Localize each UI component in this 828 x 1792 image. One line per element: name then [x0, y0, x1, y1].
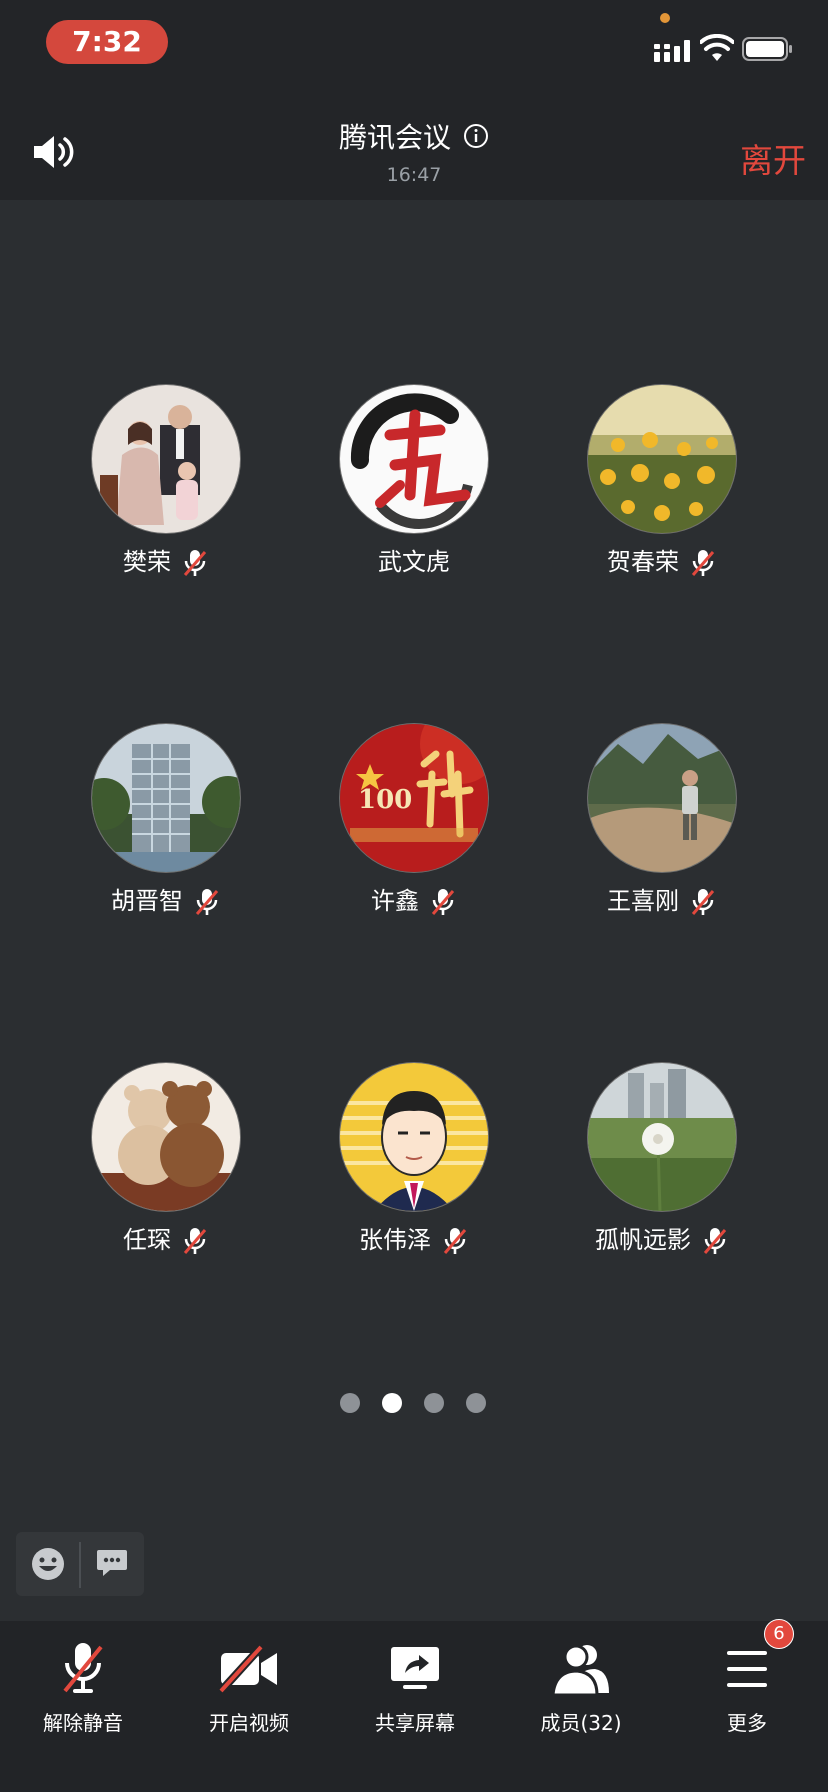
participant-name: 胡晋智 — [111, 887, 183, 915]
participant-name: 樊荣 — [123, 548, 171, 576]
avatar-red-100-xu: 100 — [339, 723, 489, 873]
page-dot[interactable] — [424, 1393, 444, 1413]
members-icon — [551, 1644, 609, 1697]
participant-tile[interactable]: 王喜刚 — [538, 723, 786, 919]
share-screen-label: 共享屏幕 — [375, 1711, 455, 1735]
share-screen-button[interactable]: 共享屏幕 — [332, 1621, 498, 1741]
wifi-icon — [700, 34, 734, 61]
muted-mic-icon — [183, 1228, 207, 1254]
status-time: 7:32 — [46, 20, 168, 64]
more-button[interactable]: 6 更多 — [664, 1619, 828, 1741]
share-screen-icon — [391, 1647, 439, 1689]
status-bar: 7:32 — [0, 0, 828, 88]
participant-name: 贺春荣 — [607, 548, 679, 576]
participant-name: 任琛 — [123, 1226, 171, 1254]
avatar-yellow-flowers — [587, 384, 737, 534]
page-dot-active[interactable] — [382, 1393, 402, 1413]
participant-tile[interactable]: 樊荣 — [42, 384, 290, 580]
participant-tile[interactable]: 贺春荣 — [538, 384, 786, 580]
page-dot[interactable] — [340, 1393, 360, 1413]
chat-divider — [79, 1542, 81, 1588]
avatar-mountain-man — [587, 723, 737, 873]
avatar-cartoon-man — [339, 1062, 489, 1212]
more-label: 更多 — [727, 1711, 767, 1735]
meeting-toolbar: 解除静音 开启视频 共享屏幕 成员(32) 6 更多 — [0, 1619, 828, 1792]
avatar-dandelion — [587, 1062, 737, 1212]
muted-mic-icon — [183, 550, 207, 576]
participant-tile[interactable]: 100 许鑫 — [290, 723, 538, 919]
participant-tile[interactable]: 任琛 — [42, 1062, 290, 1258]
muted-mic-icon — [443, 1228, 467, 1254]
meeting-duration: 16:47 — [386, 164, 442, 186]
participant-tile[interactable]: 张伟泽 — [290, 1062, 538, 1258]
meeting-header: 腾讯会议 16:47 离开 — [0, 88, 828, 200]
meeting-title-row[interactable]: 腾讯会议 — [0, 116, 828, 156]
svg-text:100: 100 — [358, 785, 412, 815]
muted-mic-icon — [195, 889, 219, 915]
battery-icon — [742, 37, 792, 61]
start-video-label: 开启视频 — [209, 1711, 289, 1735]
unmute-button[interactable]: 解除静音 — [0, 1621, 166, 1741]
emoji-icon[interactable] — [30, 1546, 66, 1582]
chat-bubble-icon[interactable] — [96, 1548, 128, 1578]
muted-mic-icon — [431, 889, 455, 915]
participant-name: 武文虎 — [378, 548, 450, 576]
members-button[interactable]: 成员(32) — [498, 1621, 664, 1741]
muted-microphone-icon — [63, 1643, 103, 1693]
members-label: 成员(32) — [540, 1711, 622, 1735]
muted-mic-icon — [691, 550, 715, 576]
privacy-indicator-dot — [660, 13, 670, 23]
participant-tile[interactable]: 胡晋智 — [42, 723, 290, 919]
cellular-signal-icon — [654, 40, 690, 62]
notification-badge: 6 — [764, 1619, 794, 1649]
chat-reaction-box — [16, 1532, 144, 1596]
start-video-button[interactable]: 开启视频 — [166, 1621, 332, 1741]
muted-mic-icon — [691, 889, 715, 915]
muted-mic-icon — [703, 1228, 727, 1254]
participant-name: 许鑫 — [371, 887, 419, 915]
participant-name: 王喜刚 — [607, 887, 679, 915]
avatar-family-photo — [91, 384, 241, 534]
participant-name: 张伟泽 — [359, 1226, 431, 1254]
unmute-label: 解除静音 — [43, 1711, 123, 1735]
info-icon[interactable] — [463, 123, 489, 149]
video-off-icon — [218, 1644, 277, 1694]
meeting-title: 腾讯会议 — [338, 121, 451, 154]
participant-tile[interactable]: 武文虎 — [290, 384, 538, 580]
leave-button[interactable]: 离开 — [740, 134, 806, 182]
participant-name: 孤帆远影 — [595, 1226, 691, 1254]
avatar-calligraphy-wu — [339, 384, 489, 534]
menu-icon — [727, 1651, 767, 1687]
page-dot[interactable] — [466, 1393, 486, 1413]
participant-tile[interactable]: 孤帆远影 — [538, 1062, 786, 1258]
avatar-teddy-bears — [91, 1062, 241, 1212]
participant-grid: 樊荣 武文虎 贺春荣 胡晋智 100 许鑫 王喜刚 任琛 张伟泽 孤帆远影 — [0, 200, 828, 1400]
avatar-building — [91, 723, 241, 873]
